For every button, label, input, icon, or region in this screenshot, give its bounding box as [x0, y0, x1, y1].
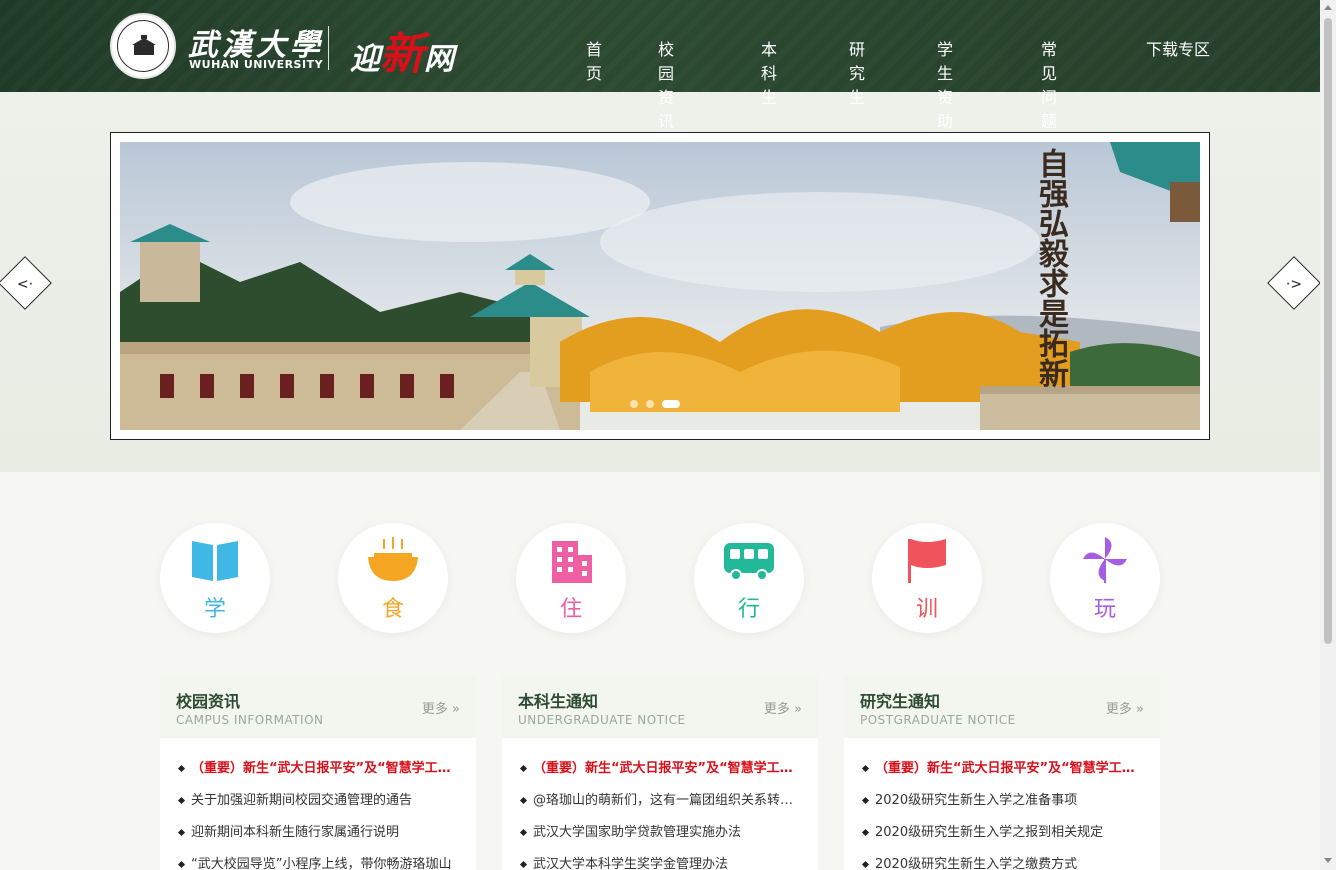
- card-subtitle: CAMPUS INFORMATION: [176, 713, 324, 727]
- news-list: （重要）新生“武大日报平安”及“智慧学工”系统操作说明 关于加强迎新期间校园交通…: [160, 738, 476, 870]
- more-link[interactable]: 更多 »: [764, 698, 802, 717]
- list-item[interactable]: 2020级研究生新生入学之准备事项: [844, 790, 1160, 822]
- carousel-next-button[interactable]: ·>: [1267, 256, 1321, 310]
- page-scrollbar[interactable]: [1320, 0, 1336, 870]
- category-housing[interactable]: 住: [516, 523, 626, 633]
- more-link[interactable]: 更多 »: [422, 698, 460, 717]
- nav-item-undergraduate[interactable]: 本科生: [761, 36, 777, 108]
- building-logo-icon: [132, 35, 156, 55]
- double-chevron-right-icon: »: [789, 702, 802, 717]
- more-label: 更多: [1105, 702, 1132, 717]
- list-item[interactable]: （重要）新生“武大日报平安”及“智慧学工”系统操作说明: [844, 758, 1160, 790]
- motto-char: 新: [1033, 358, 1068, 388]
- list-item[interactable]: 关于加强迎新期间校园交通管理的通告: [160, 790, 476, 822]
- card-undergraduate-notice: 本科生通知 UNDERGRADUATE NOTICE 更多 » （重要）新生“武…: [502, 676, 818, 870]
- more-label: 更多: [763, 702, 790, 717]
- motto-char: 毅: [1033, 238, 1068, 268]
- news-list: （重要）新生“武大日报平安”及“智慧学工”系统操作说明 @珞珈山的萌新们，这有一…: [502, 738, 818, 870]
- banner-section: 自强弘毅求是拓新 <· ·>: [0, 92, 1321, 472]
- list-item[interactable]: @珞珈山的萌新们，这有一篇团组织关系转接指南: [502, 790, 818, 822]
- motto-calligraphy: 自强弘毅求是拓新: [1028, 148, 1072, 388]
- logo-english-name: WUHAN UNIVERSITY: [189, 58, 324, 71]
- card-header: 研究生通知 POSTGRADUATE NOTICE 更多 »: [844, 676, 1160, 738]
- building-icon: [552, 541, 592, 583]
- motto-char: 拓: [1033, 328, 1068, 358]
- card-postgraduate-notice: 研究生通知 POSTGRADUATE NOTICE 更多 » （重要）新生“武大…: [844, 676, 1160, 870]
- scroll-down-arrow-icon[interactable]: [1324, 858, 1332, 863]
- card-campus-news: 校园资讯 CAMPUS INFORMATION 更多 » （重要）新生“武大日报…: [160, 676, 476, 870]
- motto-char: 弘: [1033, 208, 1068, 238]
- site-title-logo[interactable]: 迎新网: [350, 18, 454, 82]
- category-icons: 学 食 住 行 训 玩: [160, 523, 1160, 633]
- carousel-dot-2[interactable]: [646, 400, 654, 408]
- carousel-indicators: [630, 400, 680, 408]
- nav-item-financial-aid[interactable]: 学生资助: [937, 36, 953, 132]
- book-icon: [192, 541, 238, 581]
- category-label: 训: [915, 597, 938, 622]
- category-food[interactable]: 食: [338, 523, 448, 633]
- nav-item-home[interactable]: 首页: [586, 36, 602, 84]
- university-seal-logo[interactable]: [110, 13, 176, 79]
- arrow-left-icon: <·: [16, 276, 34, 293]
- list-item[interactable]: 2020级研究生新生入学之报到相关规定: [844, 822, 1160, 854]
- motto-char: 自: [1033, 148, 1068, 178]
- flag-icon: [908, 539, 946, 583]
- list-item[interactable]: “武大校园导览”小程序上线，带你畅游珞珈山: [160, 854, 476, 870]
- arrow-right-icon: ·>: [1285, 276, 1303, 293]
- category-fun[interactable]: 玩: [1050, 523, 1160, 633]
- category-study[interactable]: 学: [160, 523, 270, 633]
- card-title: 本科生通知: [518, 692, 599, 711]
- list-item[interactable]: （重要）新生“武大日报平安”及“智慧学工”系统操作说明: [160, 758, 476, 790]
- list-item[interactable]: （重要）新生“武大日报平安”及“智慧学工”系统操作说明: [502, 758, 818, 790]
- nav-item-campus-news[interactable]: 校园资讯: [658, 36, 674, 132]
- site-title-char-1: 迎: [350, 42, 380, 77]
- more-link[interactable]: 更多 »: [1106, 698, 1144, 717]
- scroll-up-arrow-icon[interactable]: [1324, 5, 1332, 10]
- list-item[interactable]: 武汉大学国家助学贷款管理实施办法: [502, 822, 818, 854]
- carousel-dot-1[interactable]: [630, 400, 638, 408]
- card-title: 研究生通知: [860, 692, 941, 711]
- nav-item-faq[interactable]: 常见问题: [1041, 36, 1057, 132]
- logo-divider: [328, 26, 329, 70]
- nav-item-graduate[interactable]: 研究生: [849, 36, 865, 108]
- motto-char: 求: [1033, 268, 1068, 298]
- card-header: 本科生通知 UNDERGRADUATE NOTICE 更多 »: [502, 676, 818, 738]
- motto-char: 是: [1033, 298, 1068, 328]
- list-item[interactable]: 武汉大学本科学生奖学金管理办法: [502, 854, 818, 870]
- bus-icon: [724, 543, 774, 581]
- category-label: 玩: [1093, 597, 1116, 622]
- site-title-char-2: 新: [380, 29, 424, 80]
- scrollbar-thumb[interactable]: [1324, 18, 1332, 644]
- nav-item-downloads[interactable]: 下载专区: [1146, 36, 1210, 60]
- banner-carousel[interactable]: 自强弘毅求是拓新: [110, 132, 1210, 440]
- pinwheel-icon: [1083, 537, 1127, 583]
- list-item[interactable]: 迎新期间本科新生随行家属通行说明: [160, 822, 476, 854]
- card-header: 校园资讯 CAMPUS INFORMATION 更多 »: [160, 676, 476, 738]
- site-title-char-3: 网: [424, 42, 454, 77]
- more-label: 更多: [421, 702, 448, 717]
- card-subtitle: POSTGRADUATE NOTICE: [860, 713, 1016, 727]
- category-label: 食: [381, 597, 404, 622]
- bowl-icon: [368, 537, 418, 581]
- card-title: 校园资讯: [176, 692, 241, 711]
- card-subtitle: UNDERGRADUATE NOTICE: [518, 713, 686, 727]
- news-list: （重要）新生“武大日报平安”及“智慧学工”系统操作说明 2020级研究生新生入学…: [844, 738, 1160, 870]
- site-header: 武漢大學 WUHAN UNIVERSITY 迎新网 首页 校园资讯 本科生 研究…: [0, 0, 1320, 131]
- list-item[interactable]: 2020级研究生新生入学之缴费方式: [844, 854, 1160, 870]
- category-label: 行: [737, 597, 760, 622]
- category-training[interactable]: 训: [872, 523, 982, 633]
- category-label: 学: [203, 597, 226, 622]
- carousel-prev-button[interactable]: <·: [0, 256, 52, 310]
- double-chevron-right-icon: »: [447, 702, 460, 717]
- carousel-dot-3-active[interactable]: [662, 400, 680, 408]
- motto-char: 强: [1033, 178, 1068, 208]
- double-chevron-right-icon: »: [1131, 702, 1144, 717]
- category-label: 住: [559, 597, 582, 622]
- category-transport[interactable]: 行: [694, 523, 804, 633]
- banner-image: 自强弘毅求是拓新: [120, 142, 1200, 430]
